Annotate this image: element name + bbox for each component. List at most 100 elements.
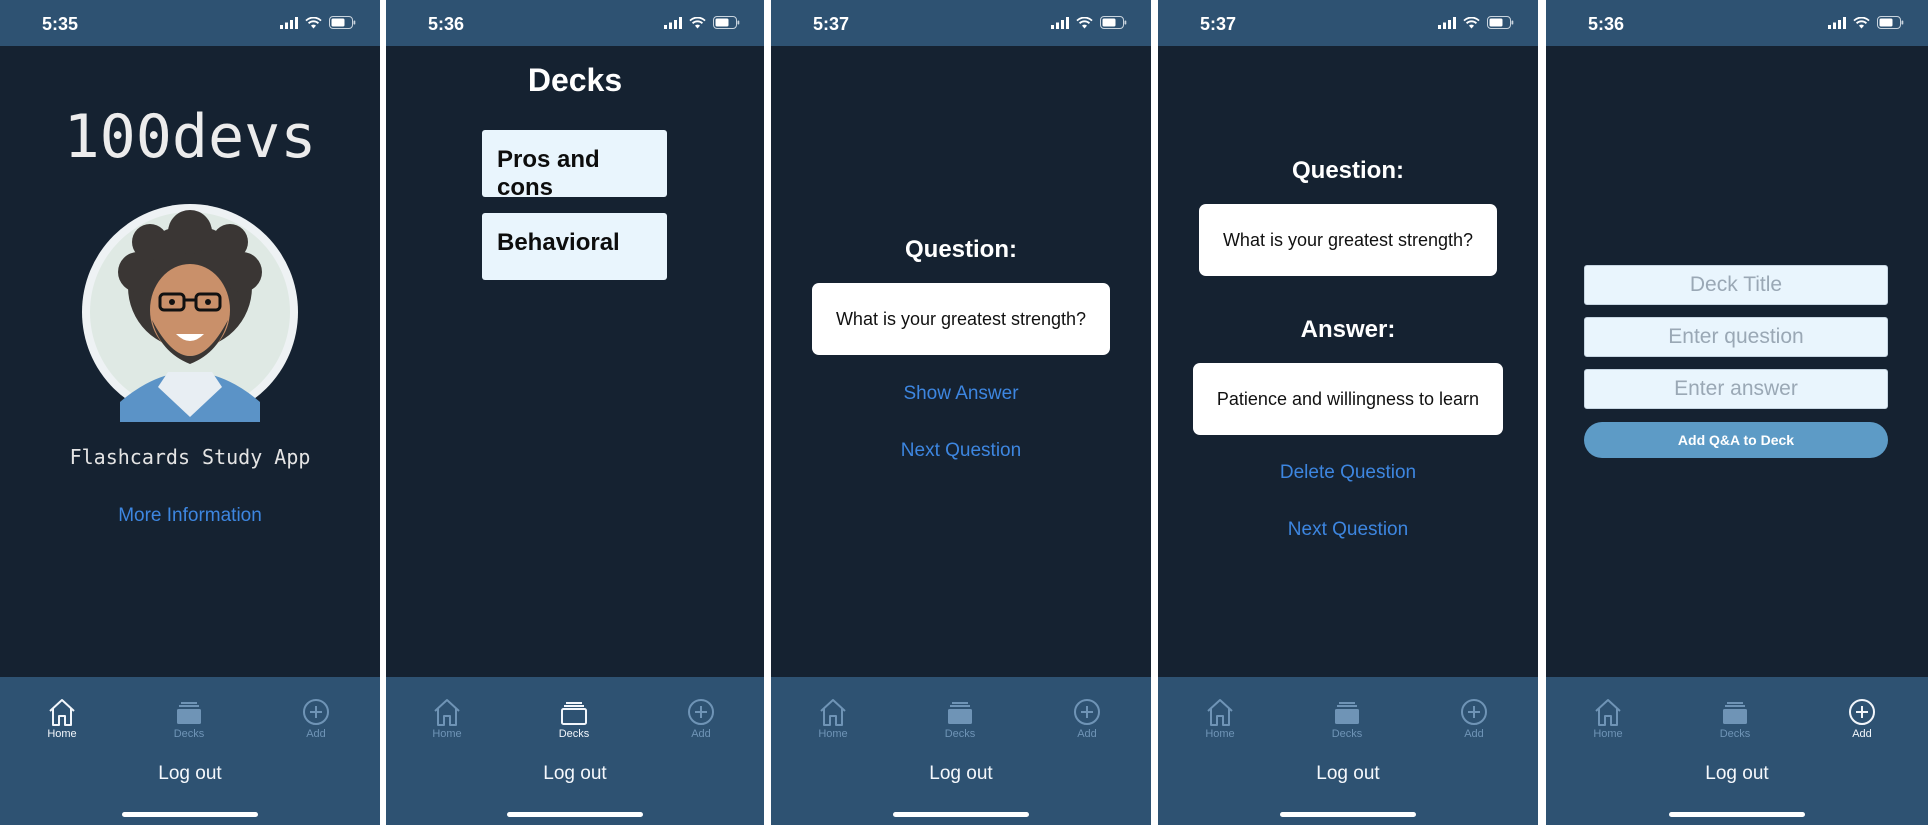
logout-button[interactable]: Log out — [0, 763, 380, 785]
app-subtitle: Flashcards Study App — [69, 445, 311, 469]
tab-bar: Home Decks Add Log out — [0, 677, 380, 825]
logout-button[interactable]: Log out — [771, 763, 1151, 785]
next-question-button[interactable]: Next Question — [771, 440, 1151, 462]
status-icons — [280, 16, 356, 29]
question-card: What is your greatest strength? — [1199, 204, 1497, 276]
tab-add[interactable]: Add — [1434, 697, 1514, 740]
tab-home-label: Home — [818, 728, 848, 740]
tab-decks[interactable]: Decks — [1695, 697, 1775, 740]
tab-home[interactable]: Home — [793, 697, 873, 740]
tab-add-label: Add — [306, 728, 326, 740]
decks-icon — [561, 702, 587, 725]
show-answer-button[interactable]: Show Answer — [771, 383, 1151, 405]
tab-home-label: Home — [47, 728, 77, 740]
question-input[interactable] — [1584, 317, 1888, 357]
home-screen: 5:35 100devs Flashcards Study App More I… — [0, 0, 380, 825]
next-question-button[interactable]: Next Question — [1158, 519, 1538, 541]
tab-decks[interactable]: Decks — [920, 697, 1000, 740]
wifi-icon — [305, 16, 322, 28]
tab-decks-label: Decks — [944, 728, 976, 740]
status-icons — [664, 16, 740, 29]
home-indicator — [893, 812, 1029, 817]
logout-button[interactable]: Log out — [1546, 763, 1928, 785]
tab-bar: Home Decks Add Log out — [1546, 677, 1928, 825]
deck-item-pros-and-cons[interactable]: Pros and cons — [482, 130, 667, 201]
deck-item-behavioral[interactable]: Behavioral — [482, 213, 667, 280]
tab-decks[interactable]: Decks — [1307, 697, 1387, 740]
home-indicator — [1669, 812, 1805, 817]
add-circle-icon — [303, 699, 329, 725]
status-time: 5:37 — [813, 14, 850, 34]
page-title: Decks — [527, 62, 623, 98]
answer-input[interactable] — [1584, 369, 1888, 409]
more-information-link[interactable]: More Information — [0, 505, 380, 527]
add-circle-icon — [1461, 699, 1487, 725]
cellular-signal-icon — [1828, 16, 1846, 29]
home-icon — [434, 699, 460, 726]
wifi-icon — [689, 16, 706, 28]
add-circle-icon — [1849, 699, 1875, 725]
cellular-signal-icon — [280, 16, 298, 29]
add-circle-icon — [688, 699, 714, 725]
tab-decks[interactable]: Decks — [149, 697, 229, 740]
tab-home[interactable]: Home — [407, 697, 487, 740]
tab-add-label: Add — [1077, 728, 1097, 740]
home-indicator — [507, 812, 643, 817]
battery-icon — [1877, 16, 1904, 29]
status-icons — [1828, 16, 1904, 29]
wifi-icon — [1076, 16, 1093, 28]
tab-decks-label: Decks — [1331, 728, 1363, 740]
decks-icon — [948, 702, 972, 724]
home-icon — [49, 699, 75, 726]
home-icon — [1207, 699, 1233, 726]
tab-decks-label: Decks — [173, 728, 205, 740]
tab-home[interactable]: Home — [1568, 697, 1648, 740]
delete-question-button[interactable]: Delete Question — [1158, 462, 1538, 484]
tab-bar: Home Decks Add Log out — [771, 677, 1151, 825]
tab-bar: Home Decks Add Log out — [386, 677, 764, 825]
status-icons — [1438, 16, 1514, 29]
home-indicator — [1280, 812, 1416, 817]
tab-add[interactable]: Add — [276, 697, 356, 740]
status-bar: 5:37 — [771, 0, 1151, 46]
logout-button[interactable]: Log out — [386, 763, 764, 785]
tab-add-label: Add — [1464, 728, 1484, 740]
tab-home[interactable]: Home — [22, 697, 102, 740]
status-bar: 5:37 — [1158, 0, 1538, 46]
add-qa-to-deck-button[interactable]: Add Q&A to Deck — [1584, 422, 1888, 458]
answer-card: Patience and willingness to learn — [1193, 363, 1503, 435]
battery-icon — [1100, 16, 1127, 29]
status-icons — [1051, 16, 1127, 29]
wifi-icon — [1853, 16, 1870, 28]
home-icon — [1595, 699, 1621, 726]
question-screen: 5:37 Question: What is your greatest str… — [771, 0, 1151, 825]
tab-home-label: Home — [1205, 728, 1235, 740]
battery-icon — [1487, 16, 1514, 29]
tab-add[interactable]: Add — [1047, 697, 1127, 740]
tab-add-label: Add — [691, 728, 711, 740]
cellular-signal-icon — [664, 16, 682, 29]
tab-add[interactable]: Add — [661, 697, 741, 740]
tab-home-label: Home — [432, 728, 462, 740]
app-title: 100devs — [63, 102, 317, 172]
wifi-icon — [1463, 16, 1480, 28]
add-circle-icon — [1074, 699, 1100, 725]
add-screen: 5:36 Add Q&A to Deck Home Decks Add Log … — [1546, 0, 1928, 825]
status-time: 5:36 — [428, 14, 465, 34]
decks-screen: 5:36 Decks Pros and cons Behavioral Home… — [386, 0, 764, 825]
cellular-signal-icon — [1438, 16, 1456, 29]
deck-title-input[interactable] — [1584, 265, 1888, 305]
question-label: Question: — [1292, 157, 1404, 184]
status-bar: 5:36 — [386, 0, 764, 46]
tab-home[interactable]: Home — [1180, 697, 1260, 740]
status-time: 5:35 — [42, 14, 79, 34]
tab-decks[interactable]: Decks — [534, 697, 614, 740]
status-bar: 5:35 — [0, 0, 380, 46]
decks-icon — [177, 702, 201, 724]
tab-decks-label: Decks — [558, 728, 590, 740]
logout-button[interactable]: Log out — [1158, 763, 1538, 785]
tab-add[interactable]: Add — [1822, 697, 1902, 740]
battery-icon — [329, 16, 356, 29]
status-bar: 5:36 — [1546, 0, 1928, 46]
tab-decks-label: Decks — [1719, 728, 1751, 740]
